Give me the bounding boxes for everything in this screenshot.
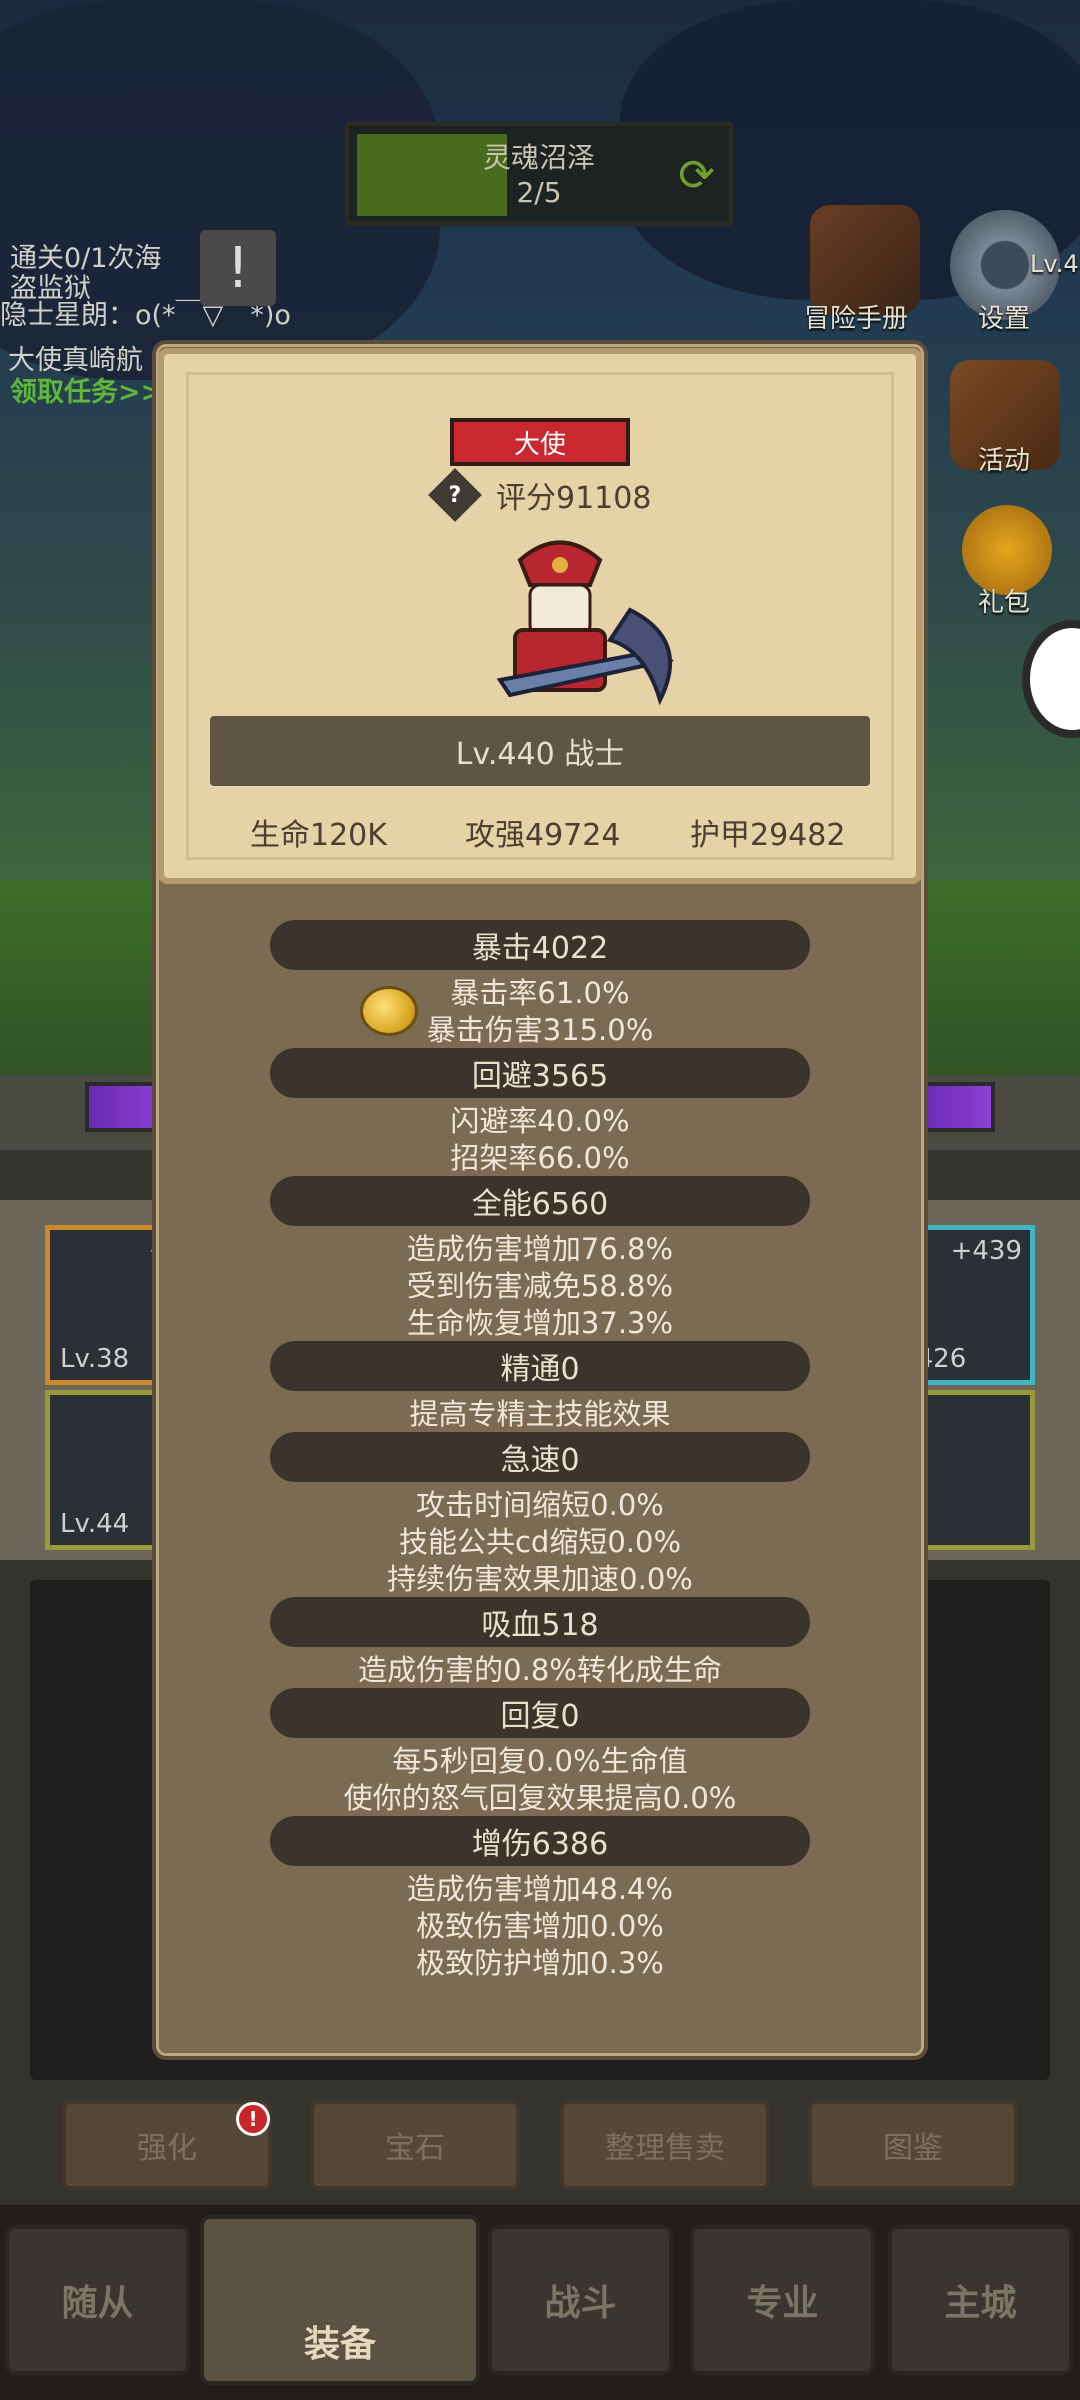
nav-followers[interactable]: 随从 (5, 2225, 190, 2375)
slot-level: Lv.44 (60, 1509, 130, 1539)
stat-header-haste: 急速0 (270, 1432, 810, 1482)
stat-header-mastery: 精通0 (270, 1341, 810, 1391)
stat-line: 每5秒回复0.0%生命值 (392, 1744, 688, 1778)
stat-line: 技能公共cd缩短0.0% (398, 1525, 682, 1559)
stat-line: 提高专精主技能效果 (409, 1397, 671, 1431)
quest-name: 灵魂沼泽 (482, 141, 595, 174)
score-value: 评分91108 (496, 481, 652, 516)
stat-line: 极致防护增加0.3% (416, 1946, 664, 1980)
stat-line: 造成伤害增加76.8% (406, 1232, 674, 1266)
stat-header-damage-bonus: 增伤6386 (270, 1816, 810, 1866)
nav-equipment-label: 装备 (303, 2324, 376, 2365)
armor-stat: 护甲29482 (690, 818, 846, 853)
level-class-bar: Lv.440 战士 (210, 716, 870, 786)
stat-line: 招架率66.0% (450, 1141, 630, 1175)
hp-stat: 生命120K (250, 818, 387, 853)
activity-label: 活动 (978, 446, 1031, 476)
nav-battle[interactable]: 战斗 (488, 2225, 673, 2375)
stat-line: 受到伤害减免58.8% (406, 1269, 674, 1303)
settings-label: 设置 (978, 304, 1031, 334)
game-screen: +4 Lv.38 Lv.44 +439 v.426 强化 ! 宝石 整理售卖 图… (0, 0, 1080, 2400)
slot-plus: +439 (950, 1236, 1022, 1266)
stat-line: 造成伤害增加48.4% (406, 1872, 674, 1906)
stat-line: 生命恢复增加37.3% (406, 1306, 674, 1340)
nav-main-city[interactable]: 主城 (888, 2225, 1073, 2375)
nav-equipment[interactable]: 装备 (200, 2215, 480, 2385)
stat-line: 造成伤害的0.8%转化成生命 (358, 1653, 722, 1687)
stat-line: 使你的怒气回复效果提高0.0% (343, 1781, 737, 1815)
accept-quest-link[interactable]: 领取任务>> (10, 370, 163, 409)
attack-stat: 攻强49724 (465, 818, 621, 853)
slot-level: Lv.38 (60, 1344, 130, 1374)
stat-line: 暴击伤害315.0% (426, 1013, 654, 1047)
handbook-label: 冒险手册 (804, 304, 909, 334)
hero-portrait (496, 540, 675, 706)
score-row: ? 评分91108 (428, 468, 652, 522)
nav-profession[interactable]: 专业 (690, 2225, 875, 2375)
stat-header-lifesteal: 吸血518 (270, 1597, 810, 1647)
gift-label: 礼包 (978, 588, 1031, 618)
floating-badge-icon[interactable] (1022, 620, 1080, 738)
refresh-icon[interactable]: ⟳ (678, 150, 715, 201)
level-partial: Lv.4 (1030, 250, 1079, 278)
help-icon[interactable]: ? (428, 468, 482, 522)
stat-line: 攻击时间缩短0.0% (416, 1488, 664, 1522)
stat-header-crit: 暴击4022 (270, 920, 810, 970)
rank-badge: 大使 (450, 418, 630, 466)
alert-icon[interactable]: ! (200, 230, 276, 306)
quest-progress-bar[interactable]: 灵魂沼泽 2/5 ⟳ (345, 122, 733, 226)
gem-button[interactable]: 宝石 (310, 2100, 520, 2190)
stat-header-versatility: 全能6560 (270, 1176, 810, 1226)
stat-line: 闪避率40.0% (450, 1104, 630, 1138)
sort-sell-button[interactable]: 整理售卖 (560, 2100, 770, 2190)
quest-progress-text: 2/5 (516, 176, 562, 209)
stat-header-dodge: 回避3565 (270, 1048, 810, 1098)
stat-line: 持续伤害效果加速0.0% (387, 1562, 693, 1596)
alert-badge: ! (236, 2102, 270, 2136)
codex-button[interactable]: 图鉴 (808, 2100, 1018, 2190)
stat-line: 暴击率61.0% (450, 976, 630, 1010)
stat-header-regen: 回复0 (270, 1688, 810, 1738)
stat-line: 极致伤害增加0.0% (416, 1909, 664, 1943)
